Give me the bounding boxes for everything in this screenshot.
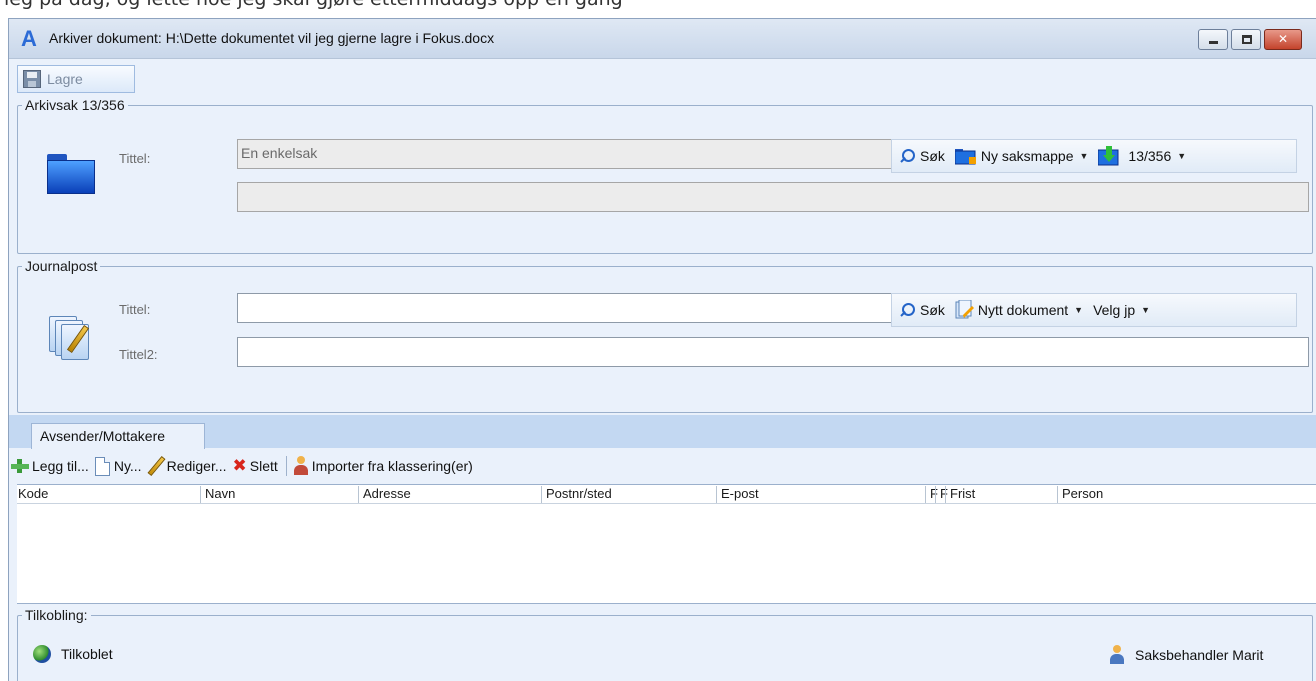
edit-recipient-button[interactable]: Rediger... [147,455,227,477]
arkivsak-tools: Søk Ny saksmappe ▼ 13/356 ▼ [891,139,1297,173]
column-header-person[interactable]: Person [1057,486,1315,503]
new-recipient-label: Ny... [113,458,142,474]
recipients-grid[interactable]: Kode Navn Adresse Postnr/sted E-post F F… [17,484,1316,604]
case-number-label: 13/356 [1128,148,1172,164]
app-logo-icon: A [21,26,37,51]
import-from-classification-button[interactable]: Importer fra klassering(er) [293,456,473,476]
journalpost-title-field[interactable] [237,293,899,323]
new-document-icon [955,300,974,319]
journalpost-title2-field[interactable] [237,337,1309,367]
add-icon [11,459,29,473]
journalpost-group: Journalpost [17,258,1313,413]
title-bar[interactable]: A Arkiver dokument: H:\Dette dokumentet … [9,19,1316,59]
delete-recipient-button[interactable]: ✖ Slett [233,456,278,476]
chevron-down-icon: ▼ [1079,151,1089,161]
column-header-postnr-sted[interactable]: Postnr/sted [541,486,716,503]
toolbar-separator [285,456,287,476]
add-recipient-button[interactable]: Legg til... [11,458,89,474]
close-icon: ✕ [1277,32,1289,46]
journalpost-search-label: Søk [920,302,945,318]
main-toolbar: Lagre [9,59,1316,99]
connection-group: Tilkobling: [17,607,1313,681]
document-icon [49,312,95,362]
connection-status: Tilkoblet [33,645,113,663]
save-icon [23,70,41,88]
user-icon [1109,645,1125,665]
arkivsak-legend: Arkivsak 13/356 [25,97,125,113]
arkivsak-title-label: Tittel: [119,151,151,166]
edit-recipient-label: Rediger... [166,458,227,474]
import-from-classification-label: Importer fra klassering(er) [311,458,473,474]
arkivsak-title-field[interactable]: En enkelsak [237,139,899,169]
arkivsak-search-label: Søk [920,148,945,164]
arkivsak-title2-field[interactable] [237,182,1309,212]
connection-legend: Tilkobling: [25,607,88,623]
new-recipient-button[interactable]: Ny... [94,456,142,476]
grid-header: Kode Navn Adresse Postnr/sted E-post F F… [17,485,1316,504]
select-journalpost-label: Velg jp [1093,302,1136,318]
save-button[interactable]: Lagre [17,65,135,93]
maximize-icon [1242,35,1252,44]
background-text-fragment: leg på dag, og lette noe jeg skal gjøre … [4,0,623,10]
tab-strip: Avsender/Mottakere [9,415,1316,449]
journalpost-title-label: Tittel: [119,302,151,317]
journalpost-legend: Journalpost [25,258,98,274]
new-folder-icon [954,149,976,165]
connection-status-text: Tilkoblet [61,646,113,662]
current-user: Saksbehandler Marit [1109,645,1263,665]
archive-document-window: A Arkiver dokument: H:\Dette dokumentet … [8,18,1316,681]
chevron-down-icon: ▼ [1074,305,1084,315]
new-page-icon [94,456,110,476]
column-header-navn[interactable]: Navn [200,486,358,503]
select-journalpost-dropdown[interactable]: Velg jp ▼ [1093,302,1150,318]
window-controls: ✕ [1195,29,1302,50]
tab-avsender-mottakere[interactable]: Avsender/Mottakere [31,423,205,449]
new-document-dropdown[interactable]: Nytt dokument ▼ [955,300,1083,320]
delete-recipient-label: Slett [249,458,278,474]
column-header-kode[interactable]: Kode [17,486,200,503]
search-icon [900,148,915,164]
column-header-frist[interactable]: Frist [945,486,1057,503]
column-header-e-post[interactable]: E-post [716,486,925,503]
case-import-icon [1098,146,1119,166]
journalpost-search-button[interactable]: Søk [900,302,945,318]
chevron-down-icon: ▼ [1141,305,1151,315]
minimize-icon [1209,41,1218,44]
journalpost-tools: Søk Nytt dokument ▼ Velg jp ▼ [891,293,1297,327]
save-label: Lagre [47,71,83,87]
column-header-f2[interactable]: F [935,486,948,503]
close-button[interactable]: ✕ [1264,29,1302,50]
journalpost-title2-label: Tittel2: [119,347,158,362]
delete-icon: ✖ [232,456,247,475]
folder-icon [47,154,95,194]
minimize-button[interactable] [1198,29,1228,50]
recipients-toolbar: Legg til... Ny... Rediger... ✖ Slett Imp… [9,449,1316,483]
window-title: Arkiver dokument: H:\Dette dokumentet vi… [49,30,495,46]
column-header-f1[interactable]: F [925,486,938,503]
new-document-label: Nytt dokument [977,302,1069,318]
globe-icon [33,645,51,663]
arkivsak-search-button[interactable]: Søk [900,148,945,164]
new-case-folder-label: Ny saksmappe [980,148,1074,164]
column-header-adresse[interactable]: Adresse [358,486,541,503]
add-recipient-label: Legg til... [32,458,89,474]
case-number-dropdown[interactable]: 13/356 ▼ [1098,146,1186,166]
search-icon [900,302,915,318]
pencil-icon [147,455,166,477]
current-user-text: Saksbehandler Marit [1135,647,1264,663]
import-person-icon [293,456,309,476]
arkivsak-group: Arkivsak 13/356 [17,97,1313,254]
chevron-down-icon: ▼ [1177,151,1187,161]
new-case-folder-dropdown[interactable]: Ny saksmappe ▼ [954,147,1089,165]
maximize-button[interactable] [1231,29,1261,50]
